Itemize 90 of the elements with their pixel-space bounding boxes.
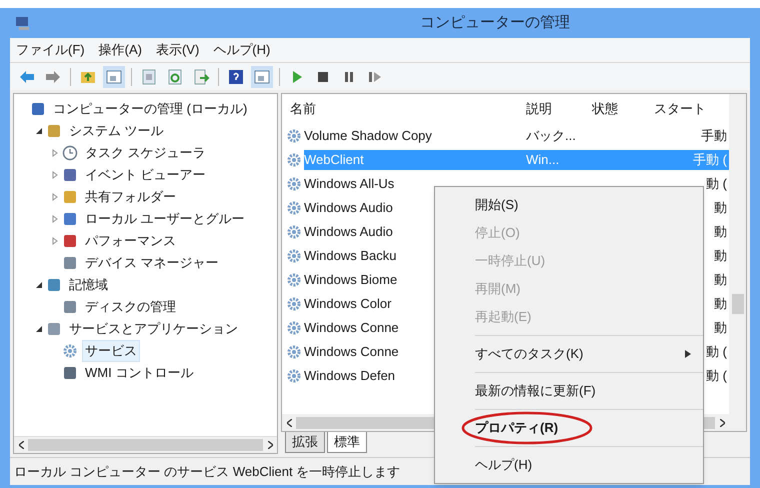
tree-item[interactable]: コンピューターの管理 (ローカル) (50, 98, 250, 120)
collapsed-arrow-icon[interactable] (51, 149, 59, 157)
table-cell[interactable]: Windows All-Us (304, 174, 526, 194)
expanded-arrow-icon[interactable] (35, 325, 43, 333)
scroll-left-icon[interactable] (286, 418, 292, 426)
node-icon (62, 189, 78, 205)
table-cell-text: 動 (714, 247, 728, 265)
scroll-right-icon[interactable] (268, 441, 272, 449)
menu-item[interactable]: すべてのタスク(K) (475, 344, 584, 364)
horizontal-scrollbar[interactable] (14, 436, 277, 453)
help-icon[interactable] (227, 68, 245, 86)
tree-item[interactable]: ローカル ユーザーとグルー (82, 208, 248, 230)
table-cell-text: 手動 (701, 127, 728, 145)
menu-item[interactable]: 最新の情報に更新(F) (475, 381, 596, 401)
gear-icon (286, 368, 302, 384)
column-header[interactable]: スタート (654, 99, 714, 119)
table-cell-text: 動 (714, 271, 728, 289)
clock-icon (62, 145, 78, 161)
node-icon (62, 299, 78, 315)
gear-icon (286, 152, 302, 168)
table-cell[interactable]: Volume Shadow Copy (304, 126, 526, 146)
node-icon (62, 167, 78, 183)
tree-item[interactable]: サービス (82, 340, 140, 362)
table-cell-text: 動 (714, 199, 728, 217)
pane-icon[interactable] (105, 68, 123, 86)
gear-icon (286, 248, 302, 264)
table-cell-text: 動 ( (706, 367, 728, 385)
gear-icon (286, 296, 302, 312)
table-cell-text: 動 ( (706, 343, 728, 361)
gear-icon (286, 128, 302, 144)
collapsed-arrow-icon[interactable] (51, 215, 59, 223)
column-header[interactable]: 名前 (282, 99, 526, 119)
node-icon (46, 123, 62, 139)
tree-item[interactable]: パフォーマンス (82, 230, 179, 252)
node-icon (62, 211, 78, 227)
column-header[interactable]: 状態 (592, 99, 654, 119)
view-tab[interactable]: 拡張 (285, 432, 325, 452)
gear-icon (286, 272, 302, 288)
menu-item[interactable]: 開始(S) (475, 195, 518, 215)
properties-icon[interactable] (140, 68, 158, 86)
scroll-left-icon[interactable] (18, 441, 24, 449)
view-tab[interactable]: 標準 (327, 432, 367, 452)
node-icon (62, 233, 78, 249)
node-icon (46, 277, 62, 293)
submenu-arrow-icon (685, 350, 691, 358)
table-cell: Win... (526, 150, 694, 170)
table-cell-text: 動 ( (706, 175, 728, 193)
node-icon (62, 365, 78, 381)
expanded-arrow-icon[interactable] (35, 281, 43, 289)
status-text: ローカル コンピューター のサービス WebClient を一時停止します (14, 462, 400, 481)
collapsed-arrow-icon[interactable] (51, 171, 59, 179)
computer-icon (14, 14, 32, 32)
collapsed-arrow-icon[interactable] (51, 237, 59, 245)
node-icon (30, 101, 46, 117)
table-cell-text: バック... (526, 127, 577, 145)
tree-item[interactable]: タスク スケジューラ (82, 142, 209, 164)
tree-item[interactable]: イベント ビューアー (82, 164, 209, 186)
vertical-scrollbar[interactable] (729, 94, 746, 431)
table-cell-text: 動 (714, 223, 728, 241)
table-cell-text: 動 (714, 319, 728, 337)
gear-icon (286, 224, 302, 240)
menu-item[interactable]: ヘルプ(H) (475, 455, 532, 475)
gear-icon (286, 176, 302, 192)
table-cell: 手動 ( (693, 150, 729, 170)
gear-icon (286, 344, 302, 360)
collapsed-arrow-icon[interactable] (51, 193, 59, 201)
tree-item[interactable]: デバイス マネージャー (82, 252, 222, 274)
gear-icon (286, 200, 302, 216)
table-cell-text: 動 (714, 295, 728, 313)
gear-icon (286, 320, 302, 336)
scroll-right-icon[interactable] (720, 418, 724, 426)
window-title: コンピューターの管理 (420, 12, 570, 33)
node-icon (46, 321, 62, 337)
menu-item[interactable]: ヘルプ(H) (213, 40, 270, 60)
gear-icon (62, 343, 78, 359)
column-header[interactable]: 説明 (526, 99, 592, 119)
pane-icon[interactable] (253, 68, 271, 86)
menu-item[interactable]: ファイル(F) (16, 40, 85, 60)
tree-item[interactable]: ディスクの管理 (82, 296, 179, 318)
tree-item[interactable]: WMI コントロール (82, 362, 196, 384)
tree-item[interactable]: システム ツール (66, 120, 167, 142)
expanded-arrow-icon[interactable] (35, 127, 43, 135)
tree-item[interactable]: 記憶域 (66, 274, 111, 296)
tree-item[interactable]: サービスとアプリケーション (66, 318, 241, 340)
export-icon[interactable] (192, 68, 210, 86)
menu-item[interactable]: 操作(A) (98, 40, 142, 60)
menu-item[interactable]: 表示(V) (156, 40, 200, 60)
tree-item[interactable]: 共有フォルダー (82, 186, 179, 208)
node-icon (62, 255, 78, 271)
refresh-icon[interactable] (166, 68, 184, 86)
